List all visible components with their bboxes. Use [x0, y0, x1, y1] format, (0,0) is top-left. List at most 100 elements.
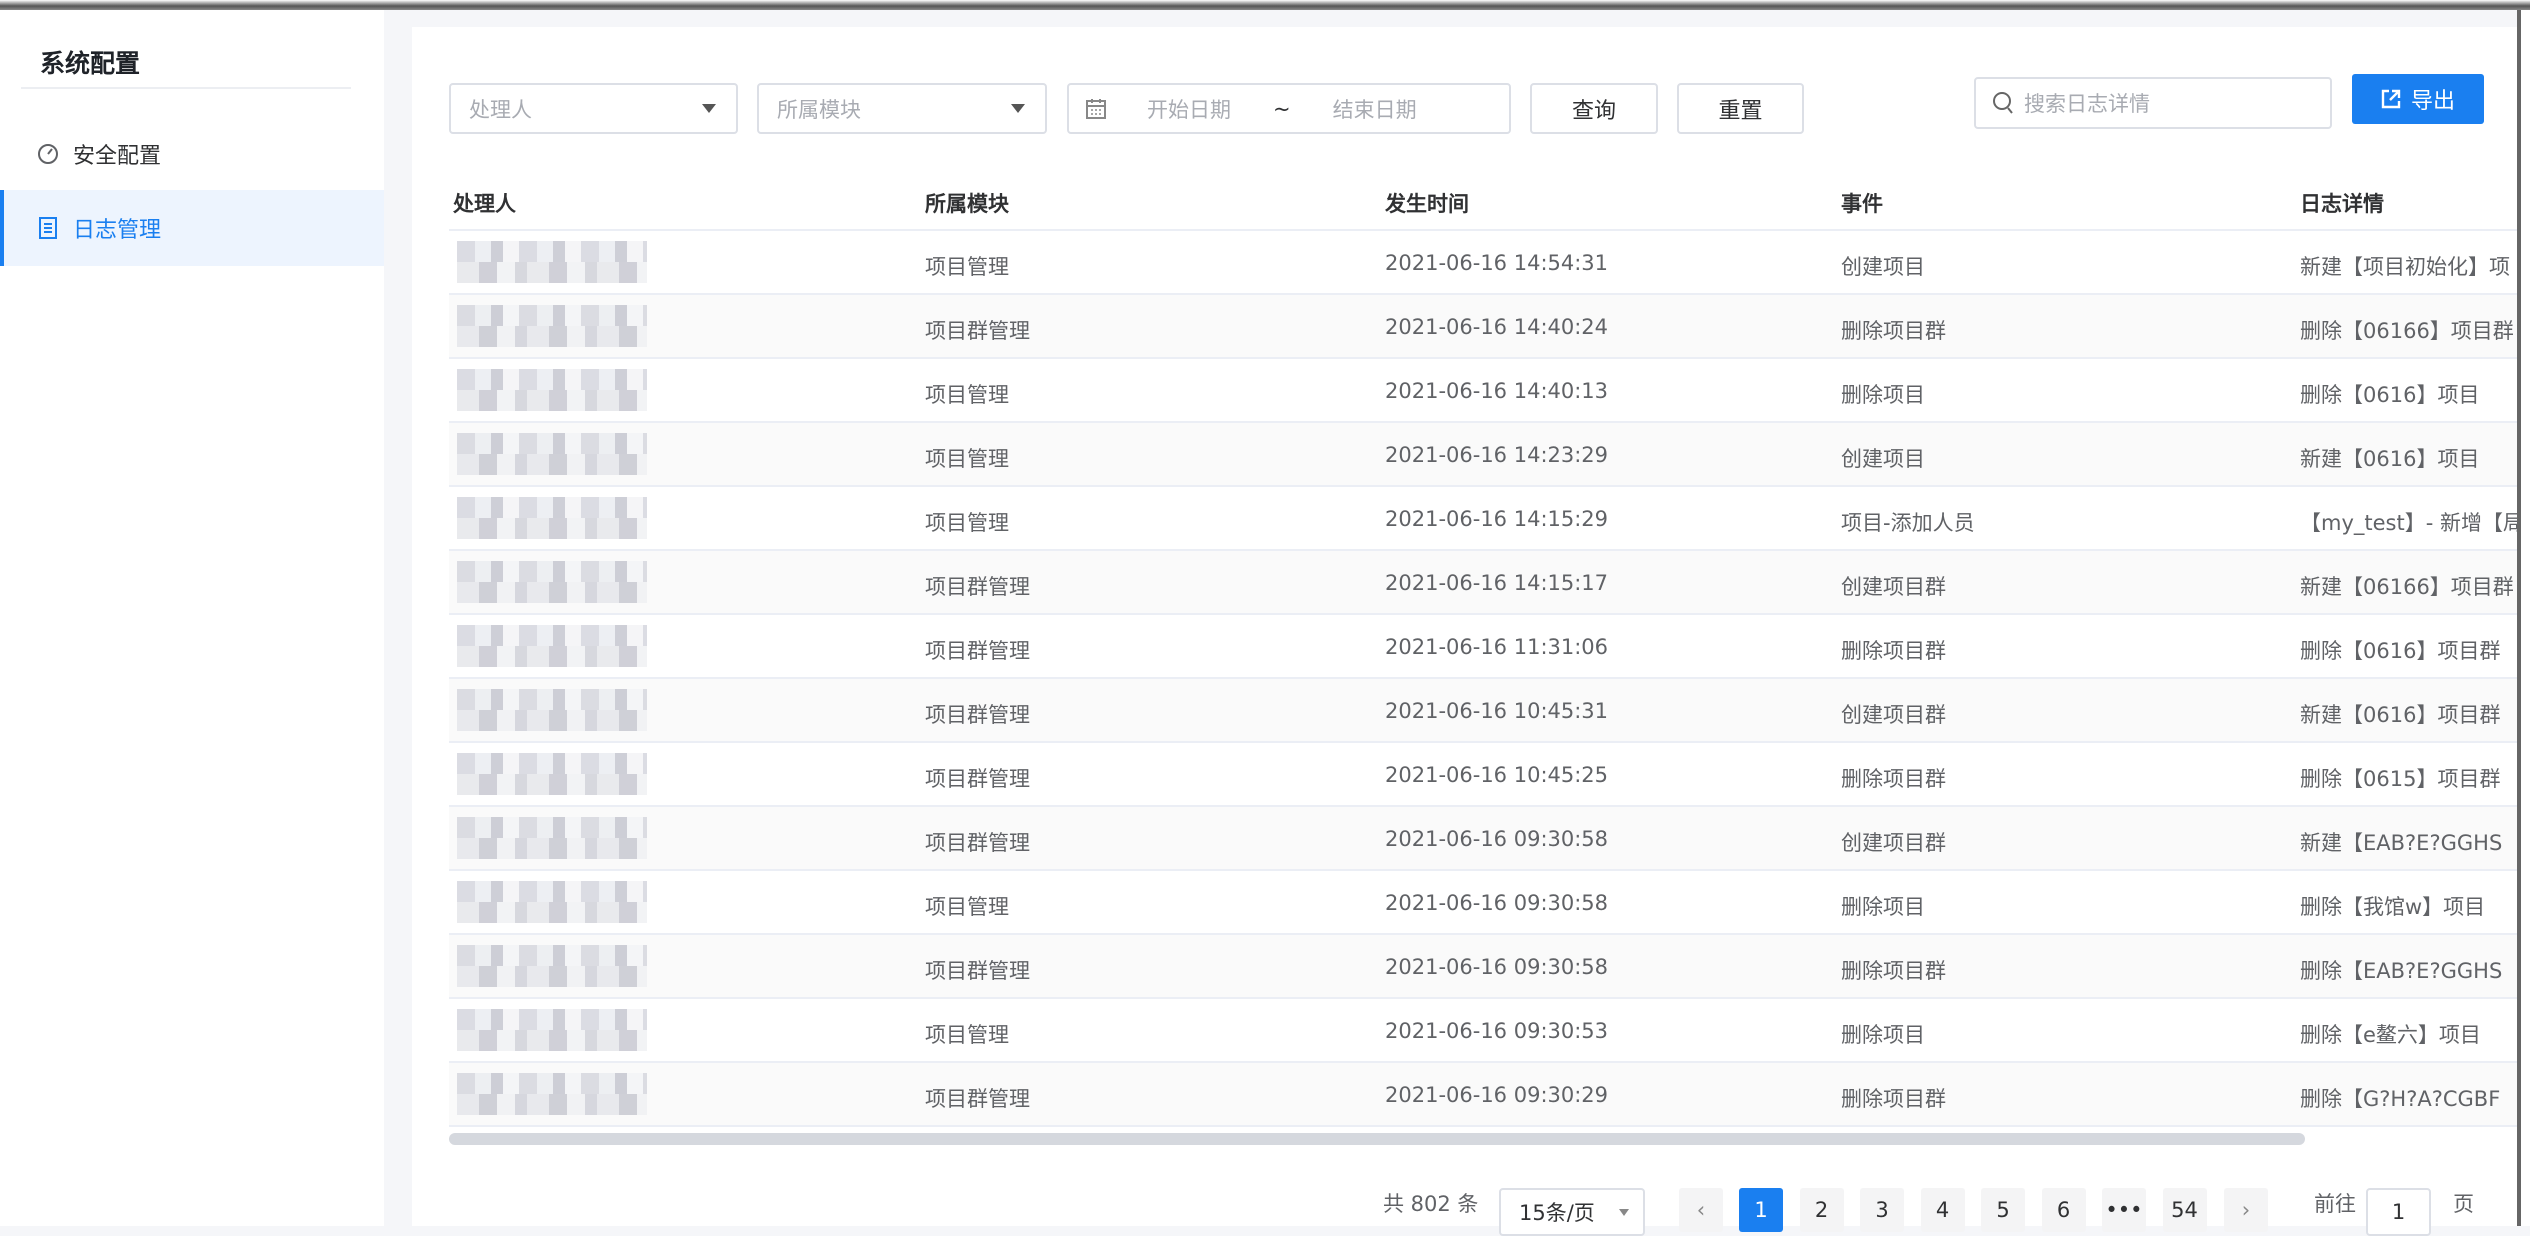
table-row[interactable]: 项目群管理 2021-06-16 10:45:25 删除项目群 删除【0615】…: [449, 743, 2517, 807]
page-button[interactable]: 4: [1920, 1188, 1965, 1232]
horizontal-scrollbar[interactable]: [449, 1133, 2305, 1145]
sidebar-item-label: 安全配置: [73, 144, 162, 169]
cell-module: 项目管理: [925, 255, 1009, 279]
redacted-handler-name: [457, 369, 647, 411]
table-row[interactable]: 项目管理 2021-06-16 14:54:31 创建项目 新建【项目初始化】项: [449, 231, 2517, 295]
export-button[interactable]: 导出: [2352, 74, 2484, 124]
table-row[interactable]: 项目群管理 2021-06-16 14:15:17 创建项目群 新建【06166…: [449, 551, 2517, 615]
gauge-icon: [37, 143, 59, 165]
log-search-input[interactable]: 搜索日志详情: [1974, 77, 2332, 129]
cell-event: 删除项目群: [1841, 1087, 1946, 1111]
table-row[interactable]: 项目群管理 2021-06-16 09:30:58 创建项目群 新建【EAB?E…: [449, 807, 2517, 871]
table-row[interactable]: 项目群管理 2021-06-16 14:40:24 删除项目群 删除【06166…: [449, 295, 2517, 359]
cell-event: 删除项目: [1841, 1023, 1925, 1047]
date-range-picker[interactable]: 开始日期 ~ 结束日期: [1067, 83, 1511, 134]
page-suffix: 页: [2453, 1192, 2474, 1216]
redacted-handler-name: [457, 689, 647, 731]
cell-time: 2021-06-16 14:40:13: [1385, 379, 1609, 403]
search-icon: [1992, 91, 2014, 115]
cell-module: 项目群管理: [925, 1087, 1030, 1111]
cell-event: 项目-添加人员: [1841, 511, 1975, 535]
handler-placeholder: 处理人: [469, 97, 532, 122]
cell-module: 项目群管理: [925, 319, 1030, 343]
column-header-handler: 处理人: [453, 192, 516, 216]
window-right-margin: [2521, 10, 2530, 1226]
table-row[interactable]: 项目群管理 2021-06-16 10:45:31 创建项目群 新建【0616】…: [449, 679, 2517, 743]
divider: [21, 87, 351, 89]
sidebar-item-security-config[interactable]: 安全配置: [0, 116, 384, 192]
cell-event: 删除项目群: [1841, 639, 1946, 663]
table-row[interactable]: 项目群管理 2021-06-16 11:31:06 删除项目群 删除【0616】…: [449, 615, 2517, 679]
page-button[interactable]: 6: [2041, 1188, 2086, 1232]
cell-module: 项目群管理: [925, 767, 1030, 791]
redacted-handler-name: [457, 881, 647, 923]
cell-time: 2021-06-16 10:45:25: [1385, 763, 1609, 787]
page-button[interactable]: 5: [1981, 1188, 2025, 1232]
cell-detail: 【my_test】- 新增【局: [2300, 511, 2524, 535]
prev-page-button[interactable]: ‹: [1679, 1188, 1723, 1232]
redacted-handler-name: [457, 817, 647, 859]
cell-module: 项目群管理: [925, 575, 1030, 599]
column-header-module: 所属模块: [925, 192, 1009, 216]
module-select[interactable]: 所属模块: [757, 83, 1047, 134]
more-pages-button[interactable]: •••: [2102, 1188, 2146, 1232]
cell-time: 2021-06-16 14:54:31: [1385, 251, 1609, 275]
cell-module: 项目管理: [925, 447, 1009, 471]
cell-detail: 删除【0616】项目: [2300, 383, 2480, 407]
cell-time: 2021-06-16 14:40:24: [1385, 315, 1609, 339]
handler-select[interactable]: 处理人: [449, 83, 738, 134]
cell-time: 2021-06-16 10:45:31: [1385, 699, 1609, 723]
caret-down-icon: [1619, 1208, 1629, 1216]
module-placeholder: 所属模块: [777, 97, 861, 122]
table-row[interactable]: 项目管理 2021-06-16 14:15:29 项目-添加人员 【my_tes…: [449, 487, 2524, 551]
table-row[interactable]: 项目管理 2021-06-16 09:30:58 删除项目 删除【我馆w】项目: [449, 871, 2517, 935]
goto-label: 前往: [2314, 1192, 2356, 1216]
cell-detail: 删除【我馆w】项目: [2300, 895, 2486, 919]
redacted-handler-name: [457, 1073, 647, 1115]
cell-detail: 新建【项目初始化】项: [2300, 255, 2510, 279]
cell-event: 创建项目群: [1841, 575, 1946, 599]
start-date-input[interactable]: 开始日期: [1147, 94, 1231, 124]
cell-detail: 删除【G?H?A?CGBF: [2300, 1087, 2501, 1111]
query-button[interactable]: 查询: [1530, 83, 1658, 134]
cell-module: 项目管理: [925, 1023, 1009, 1047]
cell-module: 项目群管理: [925, 959, 1030, 983]
redacted-handler-name: [457, 945, 647, 987]
redacted-handler-name: [457, 561, 647, 603]
cell-time: 2021-06-16 09:30:53: [1385, 1019, 1609, 1043]
column-header-event: 事件: [1841, 192, 1883, 216]
redacted-handler-name: [457, 625, 647, 667]
page-button[interactable]: 54: [2162, 1188, 2207, 1232]
cell-event: 创建项目: [1841, 255, 1925, 279]
page-button[interactable]: 1: [1739, 1188, 1783, 1232]
cell-time: 2021-06-16 14:15:17: [1385, 571, 1609, 595]
table-row[interactable]: 项目管理 2021-06-16 14:40:13 删除项目 删除【0616】项目: [449, 359, 2517, 423]
goto-page-input[interactable]: 1: [2366, 1188, 2431, 1236]
table-row[interactable]: 项目群管理 2021-06-16 09:30:58 删除项目群 删除【EAB?E…: [449, 935, 2517, 999]
cell-event: 创建项目: [1841, 447, 1925, 471]
redacted-handler-name: [457, 753, 647, 795]
cell-event: 删除项目群: [1841, 767, 1946, 791]
sidebar-item-log-management[interactable]: 日志管理: [0, 190, 384, 266]
calendar-icon: [1085, 98, 1107, 120]
cell-event: 删除项目: [1841, 383, 1925, 407]
cell-module: 项目群管理: [925, 831, 1030, 855]
reset-button[interactable]: 重置: [1677, 83, 1804, 134]
page-size-value: 15条/页: [1519, 1201, 1595, 1225]
cell-event: 创建项目群: [1841, 831, 1946, 855]
next-page-button[interactable]: ›: [2224, 1188, 2268, 1232]
page-button[interactable]: 3: [1860, 1188, 1904, 1232]
table-row[interactable]: 项目管理 2021-06-16 09:30:53 删除项目 删除【e鳌六】项目: [449, 999, 2517, 1063]
cell-time: 2021-06-16 09:30:29: [1385, 1083, 1609, 1107]
page-button[interactable]: 2: [1799, 1188, 1844, 1232]
end-date-input[interactable]: 结束日期: [1333, 94, 1417, 124]
total-count: 共 802 条: [1383, 1192, 1479, 1216]
caret-down-icon: [702, 104, 716, 113]
table-row[interactable]: 项目管理 2021-06-16 14:23:29 创建项目 新建【0616】项目: [449, 423, 2517, 487]
cell-module: 项目群管理: [925, 703, 1030, 727]
page-size-select[interactable]: 15条/页: [1499, 1188, 1645, 1236]
cell-time: 2021-06-16 09:30:58: [1385, 827, 1609, 851]
cell-detail: 新建【EAB?E?GGHS: [2300, 831, 2503, 855]
table-row[interactable]: 项目群管理 2021-06-16 09:30:29 删除项目群 删除【G?H?A…: [449, 1063, 2517, 1127]
sidebar-title: 系统配置: [40, 49, 141, 78]
